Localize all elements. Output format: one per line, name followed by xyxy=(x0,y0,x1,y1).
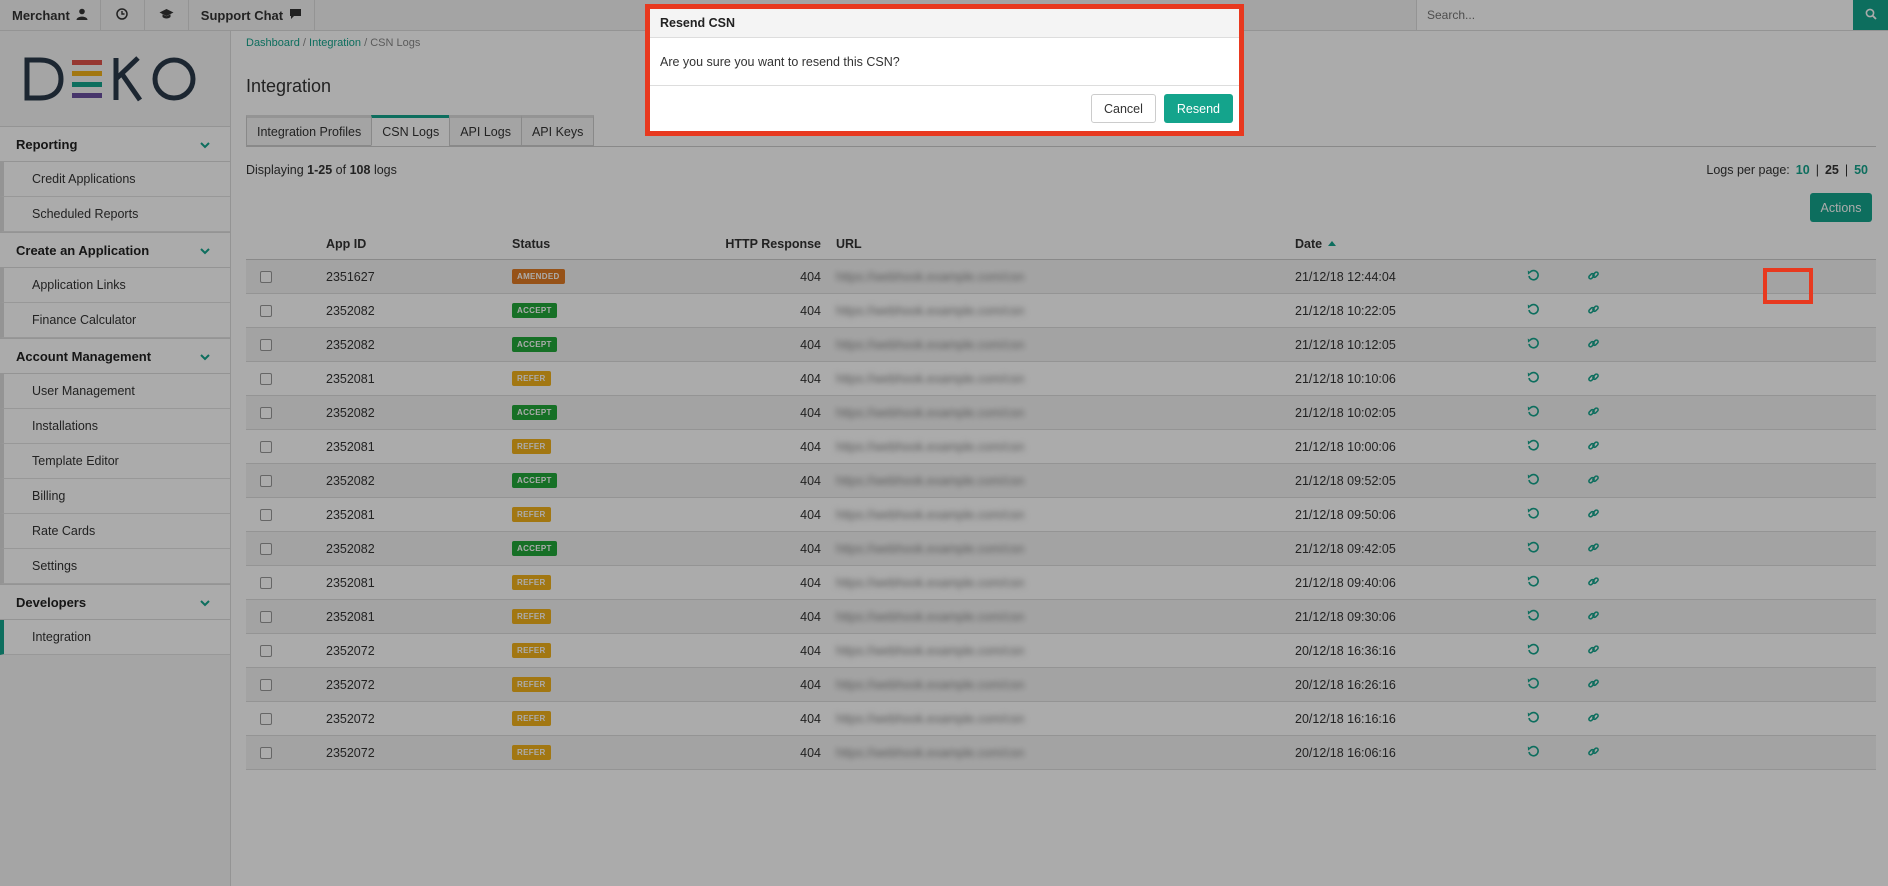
modal-footer: Cancel Resend xyxy=(650,86,1239,131)
resend-button[interactable]: Resend xyxy=(1163,94,1233,123)
cancel-button[interactable]: Cancel xyxy=(1090,94,1156,123)
modal-message: Are you sure you want to resend this CSN… xyxy=(650,38,1239,86)
modal-title: Resend CSN xyxy=(650,9,1239,38)
resend-csn-modal: Resend CSN Are you sure you want to rese… xyxy=(645,4,1244,136)
resend-highlight-frame xyxy=(1763,268,1813,304)
